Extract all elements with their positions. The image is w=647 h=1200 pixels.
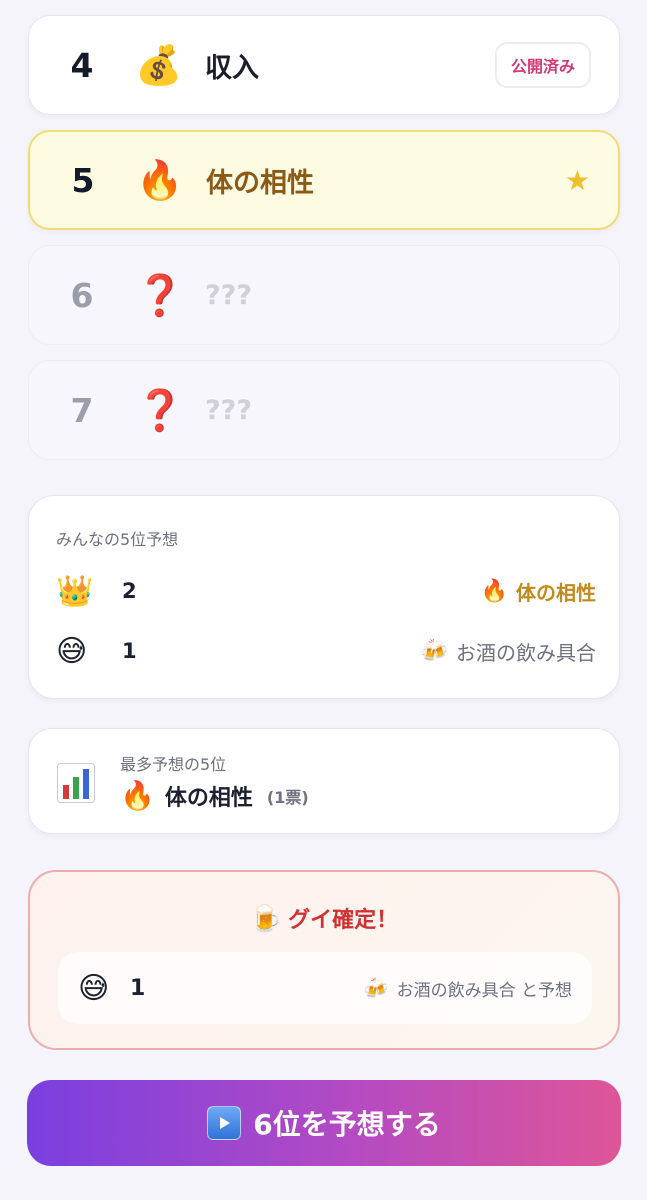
guy-count: 1 (130, 975, 146, 1001)
predictions-title: みんなの5位予想 (56, 530, 179, 549)
guy-confirmed-row: 😅 1 🍻 お酒の飲み具合 と予想 (58, 952, 592, 1024)
rank-label-hidden: ??? (205, 279, 252, 311)
rank-number: 5 (71, 160, 95, 200)
rank-card-7[interactable]: 7 ❓ ??? (28, 360, 620, 460)
beer-icon: 🍺 (249, 904, 283, 934)
rank-label-hidden: ??? (205, 394, 252, 426)
star-icon: ★ (564, 163, 590, 197)
money-bag-icon: 💰 (135, 42, 183, 87)
question-mark-icon: ❓ (135, 272, 185, 319)
rank-label: 収入 (205, 52, 259, 84)
beer-mugs-icon: 🍻 (363, 976, 389, 1000)
rank-card-4[interactable]: 4 💰 収入 公開済み (28, 15, 620, 115)
guy-prediction-label: お酒の飲み具合 と予想 (396, 980, 572, 1001)
fire-icon: 🔥 (136, 157, 184, 202)
crown-icon: 👑 (56, 573, 94, 609)
most-predicted-value: 🔥 体の相性 (1票) (120, 779, 309, 812)
rank-card-5[interactable]: 5 🔥 体の相性 ★ (28, 130, 620, 230)
fire-icon: 🔥 (480, 578, 508, 604)
published-badge: 公開済み (494, 42, 591, 88)
vote-count: (1票) (266, 787, 309, 807)
question-mark-icon: ❓ (135, 387, 185, 434)
prediction-item: 🔥 体の相性 (481, 577, 596, 606)
sweat-smile-icon: 😅 (78, 970, 110, 1006)
prediction-count: 2 (122, 579, 137, 603)
prediction-item-label: 体の相性 (516, 580, 596, 605)
guy-confirmed-card: 🍺 グイ確定！ 😅 1 🍻 お酒の飲み具合 と予想 (28, 870, 620, 1050)
rank-card-6[interactable]: 6 ❓ ??? (28, 245, 620, 345)
bar-chart-icon (57, 763, 95, 803)
ranking-screen: 4 💰 収入 公開済み 5 🔥 体の相性 ★ 6 ❓ ??? 7 ❓ ??? み… (0, 0, 647, 1200)
prediction-row: 😅 1 🍻 お酒の飲み具合 (56, 631, 596, 671)
sweat-smile-icon: 😅 (56, 633, 88, 669)
prediction-item: 🍻 お酒の飲み具合 (421, 637, 596, 666)
rank-number: 7 (70, 390, 94, 430)
beer-mugs-icon: 🍻 (420, 638, 448, 664)
fire-icon: 🔥 (120, 779, 155, 812)
predictions-card: みんなの5位予想 👑 2 🔥 体の相性 😅 1 🍻 お酒の飲み具合 (28, 495, 620, 699)
guy-confirmed-title: 🍺 グイ確定！ (30, 902, 618, 934)
predict-rank-6-button[interactable]: 6位を予想する (27, 1080, 621, 1166)
guy-prediction: 🍻 お酒の飲み具合 と予想 (364, 976, 572, 1001)
most-predicted-item: 体の相性 (164, 785, 253, 811)
most-predicted-label: 最多予想の5位 (120, 755, 227, 774)
play-triangle (220, 1117, 231, 1129)
rank-number: 4 (70, 45, 94, 85)
prediction-row: 👑 2 🔥 体の相性 (56, 571, 596, 611)
prediction-item-label: お酒の飲み具合 (456, 640, 596, 665)
play-icon (207, 1106, 242, 1140)
guy-confirmed-text: グイ確定！ (288, 908, 399, 933)
rank-label: 体の相性 (206, 167, 314, 199)
predict-button-label: 6位を予想する (253, 1108, 441, 1141)
most-predicted-card: 最多予想の5位 🔥 体の相性 (1票) (28, 728, 620, 834)
prediction-count: 1 (122, 639, 137, 663)
rank-number: 6 (70, 275, 94, 315)
